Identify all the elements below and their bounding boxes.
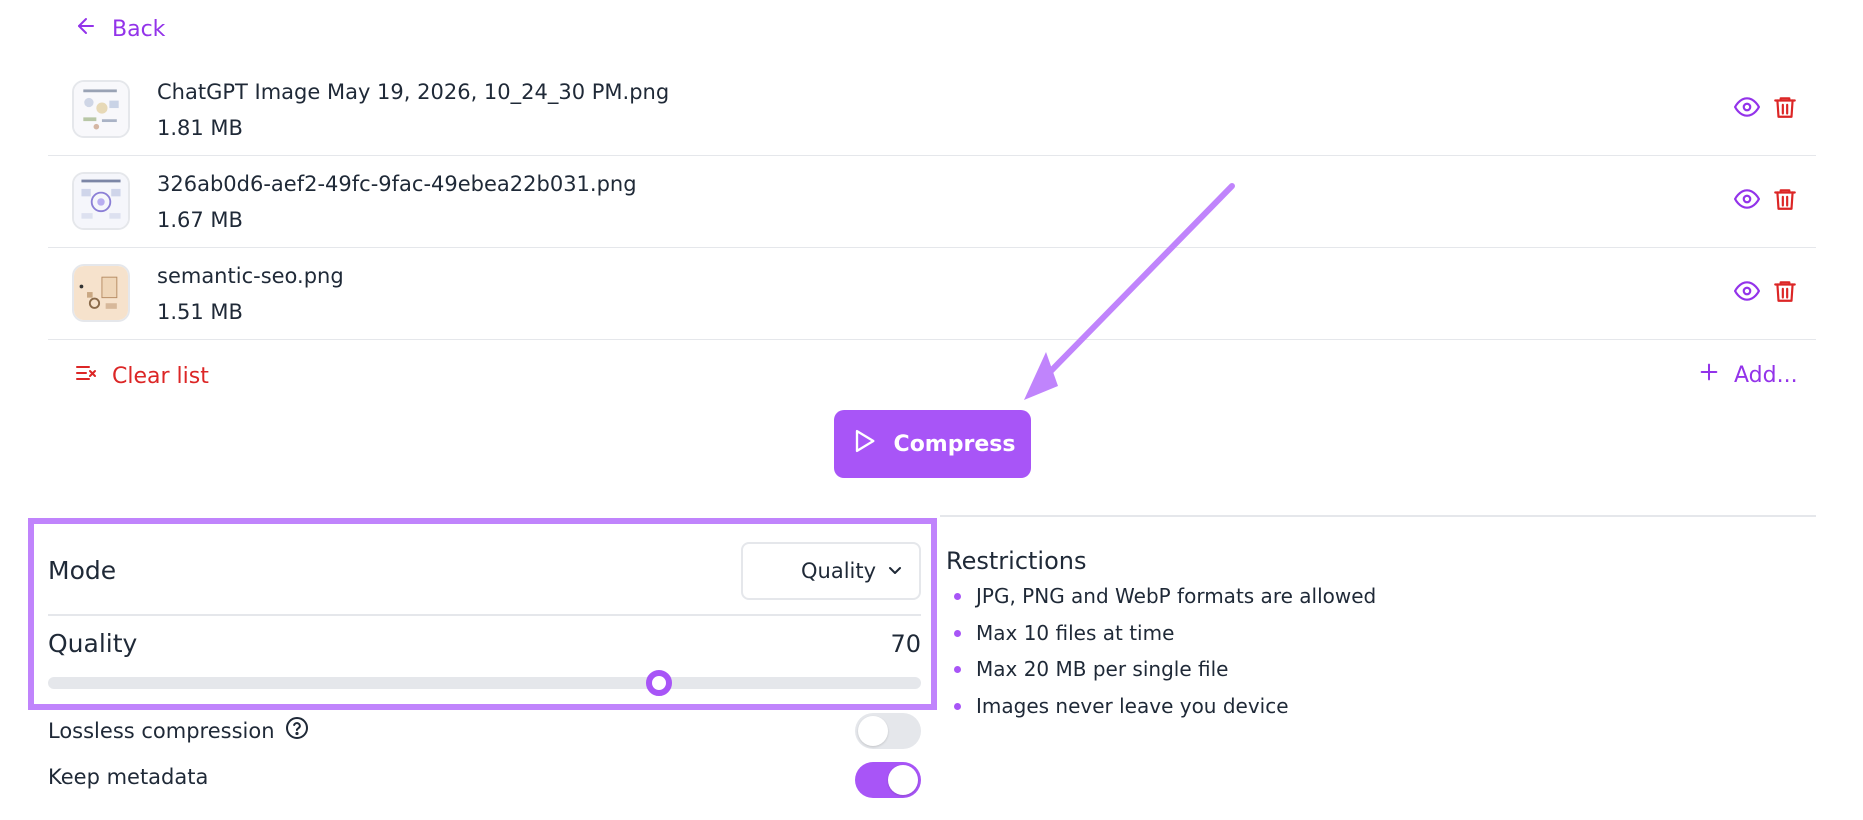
clear-list-icon — [74, 361, 98, 391]
lossless-compression-label: Lossless compression — [48, 716, 309, 745]
toggle-knob — [888, 765, 918, 795]
restrictions-title: Restrictions — [946, 547, 1087, 575]
quality-label: Quality — [48, 629, 138, 658]
panel-divider — [48, 614, 921, 616]
clear-list-label: Clear list — [112, 363, 209, 389]
keep-metadata-label: Keep metadata — [48, 765, 209, 789]
file-thumbnail — [72, 264, 130, 322]
preview-eye-icon[interactable] — [1734, 278, 1760, 304]
file-size: 1.67 MB — [157, 208, 243, 232]
file-row: semantic-seo.png 1.51 MB — [48, 248, 1816, 340]
quality-slider-thumb[interactable] — [646, 670, 673, 696]
keep-metadata-toggle[interactable] — [855, 762, 921, 798]
restriction-item: Max 10 files at time — [946, 615, 1376, 652]
compress-button[interactable]: Compress — [834, 410, 1031, 478]
delete-trash-icon[interactable] — [1772, 186, 1798, 212]
file-name: ChatGPT Image May 19, 2026, 10_24_30 PM.… — [157, 80, 670, 104]
compress-label: Compress — [893, 431, 1016, 457]
lossless-compression-toggle[interactable] — [855, 713, 921, 749]
file-row: ChatGPT Image May 19, 2026, 10_24_30 PM.… — [48, 64, 1816, 156]
file-thumbnail — [72, 80, 130, 138]
back-label: Back — [112, 16, 166, 42]
file-row: 326ab0d6-aef2-49fc-9fac-49ebea22b031.png… — [48, 156, 1816, 248]
file-thumbnail — [72, 172, 130, 230]
toggle-knob — [858, 716, 888, 746]
chevron-down-icon — [887, 559, 903, 583]
file-name: semantic-seo.png — [157, 264, 344, 288]
mode-select[interactable]: Quality — [741, 542, 921, 600]
clear-list-button[interactable]: Clear list — [74, 361, 209, 391]
file-size: 1.51 MB — [157, 300, 243, 324]
back-arrow-icon — [74, 14, 98, 44]
mode-label: Mode — [48, 556, 117, 585]
restriction-item: Max 20 MB per single file — [946, 651, 1376, 688]
section-divider — [940, 515, 1816, 517]
back-link[interactable]: Back — [74, 14, 165, 44]
help-circle-icon[interactable] — [285, 716, 309, 745]
delete-trash-icon[interactable] — [1772, 94, 1798, 120]
delete-trash-icon[interactable] — [1772, 278, 1798, 304]
restriction-item: JPG, PNG and WebP formats are allowed — [946, 578, 1376, 615]
quality-value: 70 — [890, 630, 921, 658]
file-size: 1.81 MB — [157, 116, 243, 140]
restriction-item: Images never leave you device — [946, 688, 1376, 725]
preview-eye-icon[interactable] — [1734, 94, 1760, 120]
lossless-label-text: Lossless compression — [48, 718, 275, 743]
restrictions-list: JPG, PNG and WebP formats are allowed Ma… — [946, 578, 1376, 724]
quality-slider-track[interactable] — [48, 677, 921, 689]
add-files-label: Add... — [1734, 362, 1798, 388]
play-icon — [850, 427, 878, 461]
add-files-button[interactable]: Add... — [1698, 361, 1798, 389]
file-name: 326ab0d6-aef2-49fc-9fac-49ebea22b031.png — [157, 172, 637, 196]
preview-eye-icon[interactable] — [1734, 186, 1760, 212]
mode-select-value: Quality — [801, 559, 877, 583]
plus-icon — [1698, 361, 1720, 389]
